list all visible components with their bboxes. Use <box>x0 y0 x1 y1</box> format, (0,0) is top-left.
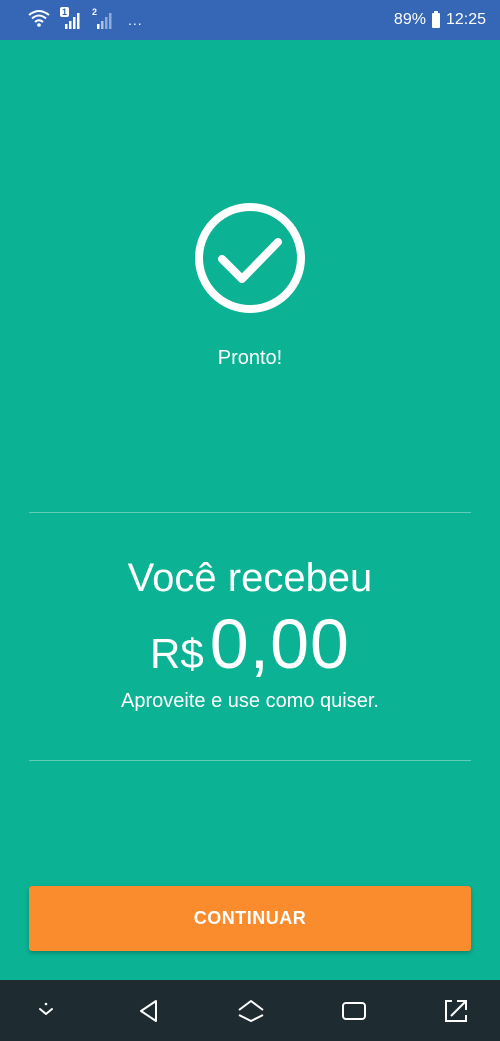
clock: 12:25 <box>445 11 486 28</box>
sim1-number: 1 <box>60 7 70 17</box>
wifi-icon <box>28 9 50 32</box>
recents-icon[interactable] <box>334 991 374 1031</box>
status-bar: 1 2 ... 89% 12:25 <box>0 0 500 40</box>
currency-symbol: R$ <box>150 630 204 677</box>
success-label: Pronto! <box>217 347 283 369</box>
sim2-number: 2 <box>92 7 98 17</box>
received-title: Você recebeu <box>127 556 373 600</box>
received-subtitle: Aproveite e use como quiser. <box>121 690 379 712</box>
back-icon[interactable] <box>129 991 169 1031</box>
amount-value: 0,00 <box>209 605 350 683</box>
chevron-down-icon[interactable] <box>26 991 66 1031</box>
sim2-signal: 2 <box>92 7 114 31</box>
more-notifications: ... <box>128 12 143 28</box>
battery-percent: 89% <box>393 11 426 28</box>
home-icon[interactable] <box>231 991 271 1031</box>
screen: 1 2 ... 89% 12:25 Pronto! Você recebeu R… <box>0 0 500 1041</box>
battery-icon <box>431 10 440 28</box>
check-circle-icon <box>194 202 306 314</box>
status-right: 89% 12:25 <box>393 10 486 29</box>
amount-row: R$ 0,00 <box>0 604 500 684</box>
sim1-signal: 1 <box>60 7 82 31</box>
navigation-bar <box>0 980 500 1041</box>
divider-top <box>29 512 471 513</box>
divider-bottom <box>29 760 471 761</box>
expand-icon[interactable] <box>436 991 476 1031</box>
continue-button[interactable]: CONTINUAR <box>29 886 471 951</box>
status-left: 1 2 ... <box>28 7 143 32</box>
